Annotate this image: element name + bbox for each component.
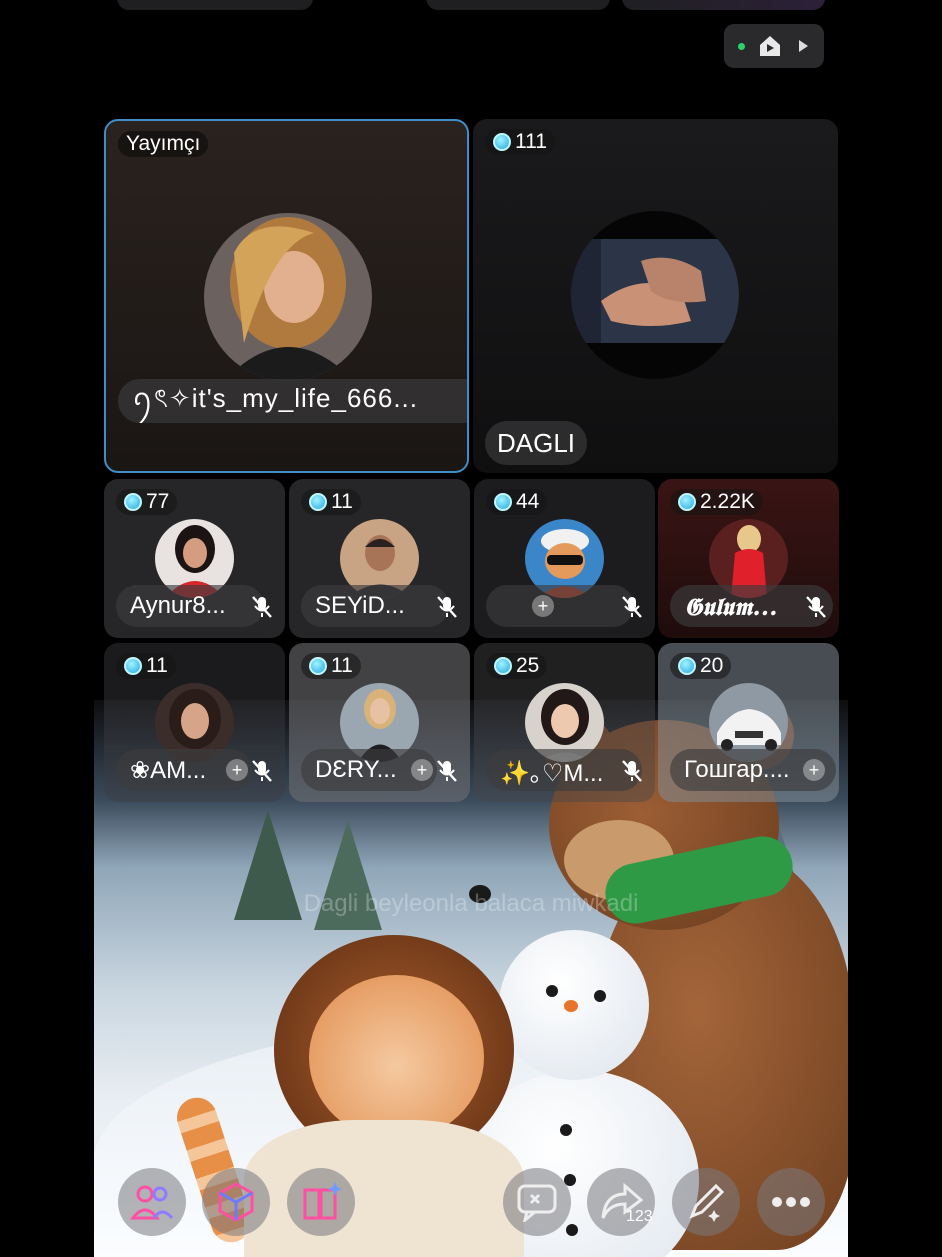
host-avatar[interactable] (204, 213, 372, 381)
gem-icon (493, 133, 511, 151)
seat-gem-count: 11 (116, 653, 176, 679)
add-icon[interactable]: + (803, 759, 825, 781)
book-sparkle-icon (303, 1182, 342, 1220)
host-role-tag: Yayımçı (118, 131, 209, 157)
gem-icon (678, 493, 696, 511)
gem-icon (678, 657, 696, 675)
seat-8[interactable]: 20 Гошгар.... + (658, 643, 839, 802)
seat-name[interactable] (486, 585, 634, 627)
pen-icon (689, 1183, 725, 1222)
mic-muted-icon[interactable] (436, 595, 458, 619)
chat-icon (517, 1184, 557, 1222)
seat-6[interactable]: 11 DƐRY... + (289, 643, 470, 802)
mic-muted-icon[interactable] (251, 759, 273, 783)
chat-button[interactable] (503, 1168, 571, 1236)
snowman-nose (564, 1000, 578, 1012)
scene-caption: Dagli beyleonla balaca miwkadi (303, 890, 639, 917)
cat-sweater (244, 1120, 524, 1257)
seat-gem-count: 11 (301, 489, 361, 515)
gift-box-button[interactable] (202, 1168, 270, 1236)
gem-icon (124, 657, 142, 675)
cat-face (309, 975, 484, 1140)
guest-gem-count: 111 (485, 129, 555, 155)
mic-muted-icon[interactable] (621, 759, 643, 783)
add-icon[interactable]: + (532, 595, 554, 617)
online-dot-icon (738, 42, 746, 50)
add-icon[interactable]: + (226, 759, 248, 781)
top-pill-3[interactable] (622, 0, 825, 10)
share-count: 123 (626, 1208, 653, 1225)
participants-button[interactable] (118, 1168, 186, 1236)
gem-icon (124, 493, 142, 511)
seat-gem-count: 44 (486, 489, 548, 515)
add-icon[interactable]: + (411, 759, 433, 781)
mic-muted-icon[interactable] (621, 595, 643, 619)
seat-name[interactable]: ✨｡♡M... (486, 749, 642, 791)
host-name[interactable]: ꪆৎ✧it's_my_life_666... (118, 379, 467, 423)
gem-icon (494, 493, 512, 511)
seat-gem-count: 11 (301, 653, 361, 679)
mic-muted-icon[interactable] (805, 595, 827, 619)
top-pill-1[interactable] (117, 0, 313, 10)
guest-name[interactable]: DAGLI (485, 421, 588, 465)
guest-seat[interactable]: 111 DAGLI (473, 119, 838, 473)
home-play-icon (760, 36, 781, 56)
seat-1[interactable]: 77 Aynur8... (104, 479, 285, 638)
gem-icon (494, 657, 512, 675)
seat-gem-count: 20 (670, 653, 732, 679)
seat-7[interactable]: 25 ✨｡♡M... (474, 643, 655, 802)
gem-icon (309, 493, 327, 511)
host-seat[interactable]: Yayımçı ꪆৎ✧it's_my_life_666... (104, 119, 469, 473)
more-button[interactable] (757, 1168, 825, 1236)
snowman-eye (546, 985, 558, 997)
cube-icon (218, 1182, 254, 1222)
mic-muted-icon[interactable] (436, 759, 458, 783)
gem-icon (309, 657, 327, 675)
live-indicator-pill[interactable] (724, 24, 824, 68)
seat-3[interactable]: 44 + (474, 479, 655, 638)
seat-name[interactable]: Aynur8... (116, 585, 264, 627)
people-icon (130, 1185, 174, 1220)
more-icon (772, 1197, 810, 1207)
seat-5[interactable]: 11 ❀AM... + (104, 643, 285, 802)
seat-2[interactable]: 11 SEYiD... (289, 479, 470, 638)
story-button[interactable] (287, 1168, 355, 1236)
seat-gem-count: 77 (116, 489, 178, 515)
snowman-eye (594, 990, 606, 1002)
seat-gem-count: 25 (486, 653, 548, 679)
chevron-right-icon (798, 40, 808, 52)
mic-muted-icon[interactable] (251, 595, 273, 619)
snowman-button (560, 1124, 572, 1136)
guest-avatar[interactable] (571, 211, 739, 379)
top-pill-2[interactable] (426, 0, 610, 10)
snowman-button (566, 1224, 578, 1236)
seat-gem-count: 2.22K (670, 489, 763, 515)
edit-button[interactable] (672, 1168, 740, 1236)
seat-4[interactable]: 2.22K 𝕲𝖚𝖑𝖚𝖒... (658, 479, 839, 638)
seat-name[interactable]: SEYiD... (301, 585, 449, 627)
host-role-label: Yayımçı (126, 132, 201, 155)
